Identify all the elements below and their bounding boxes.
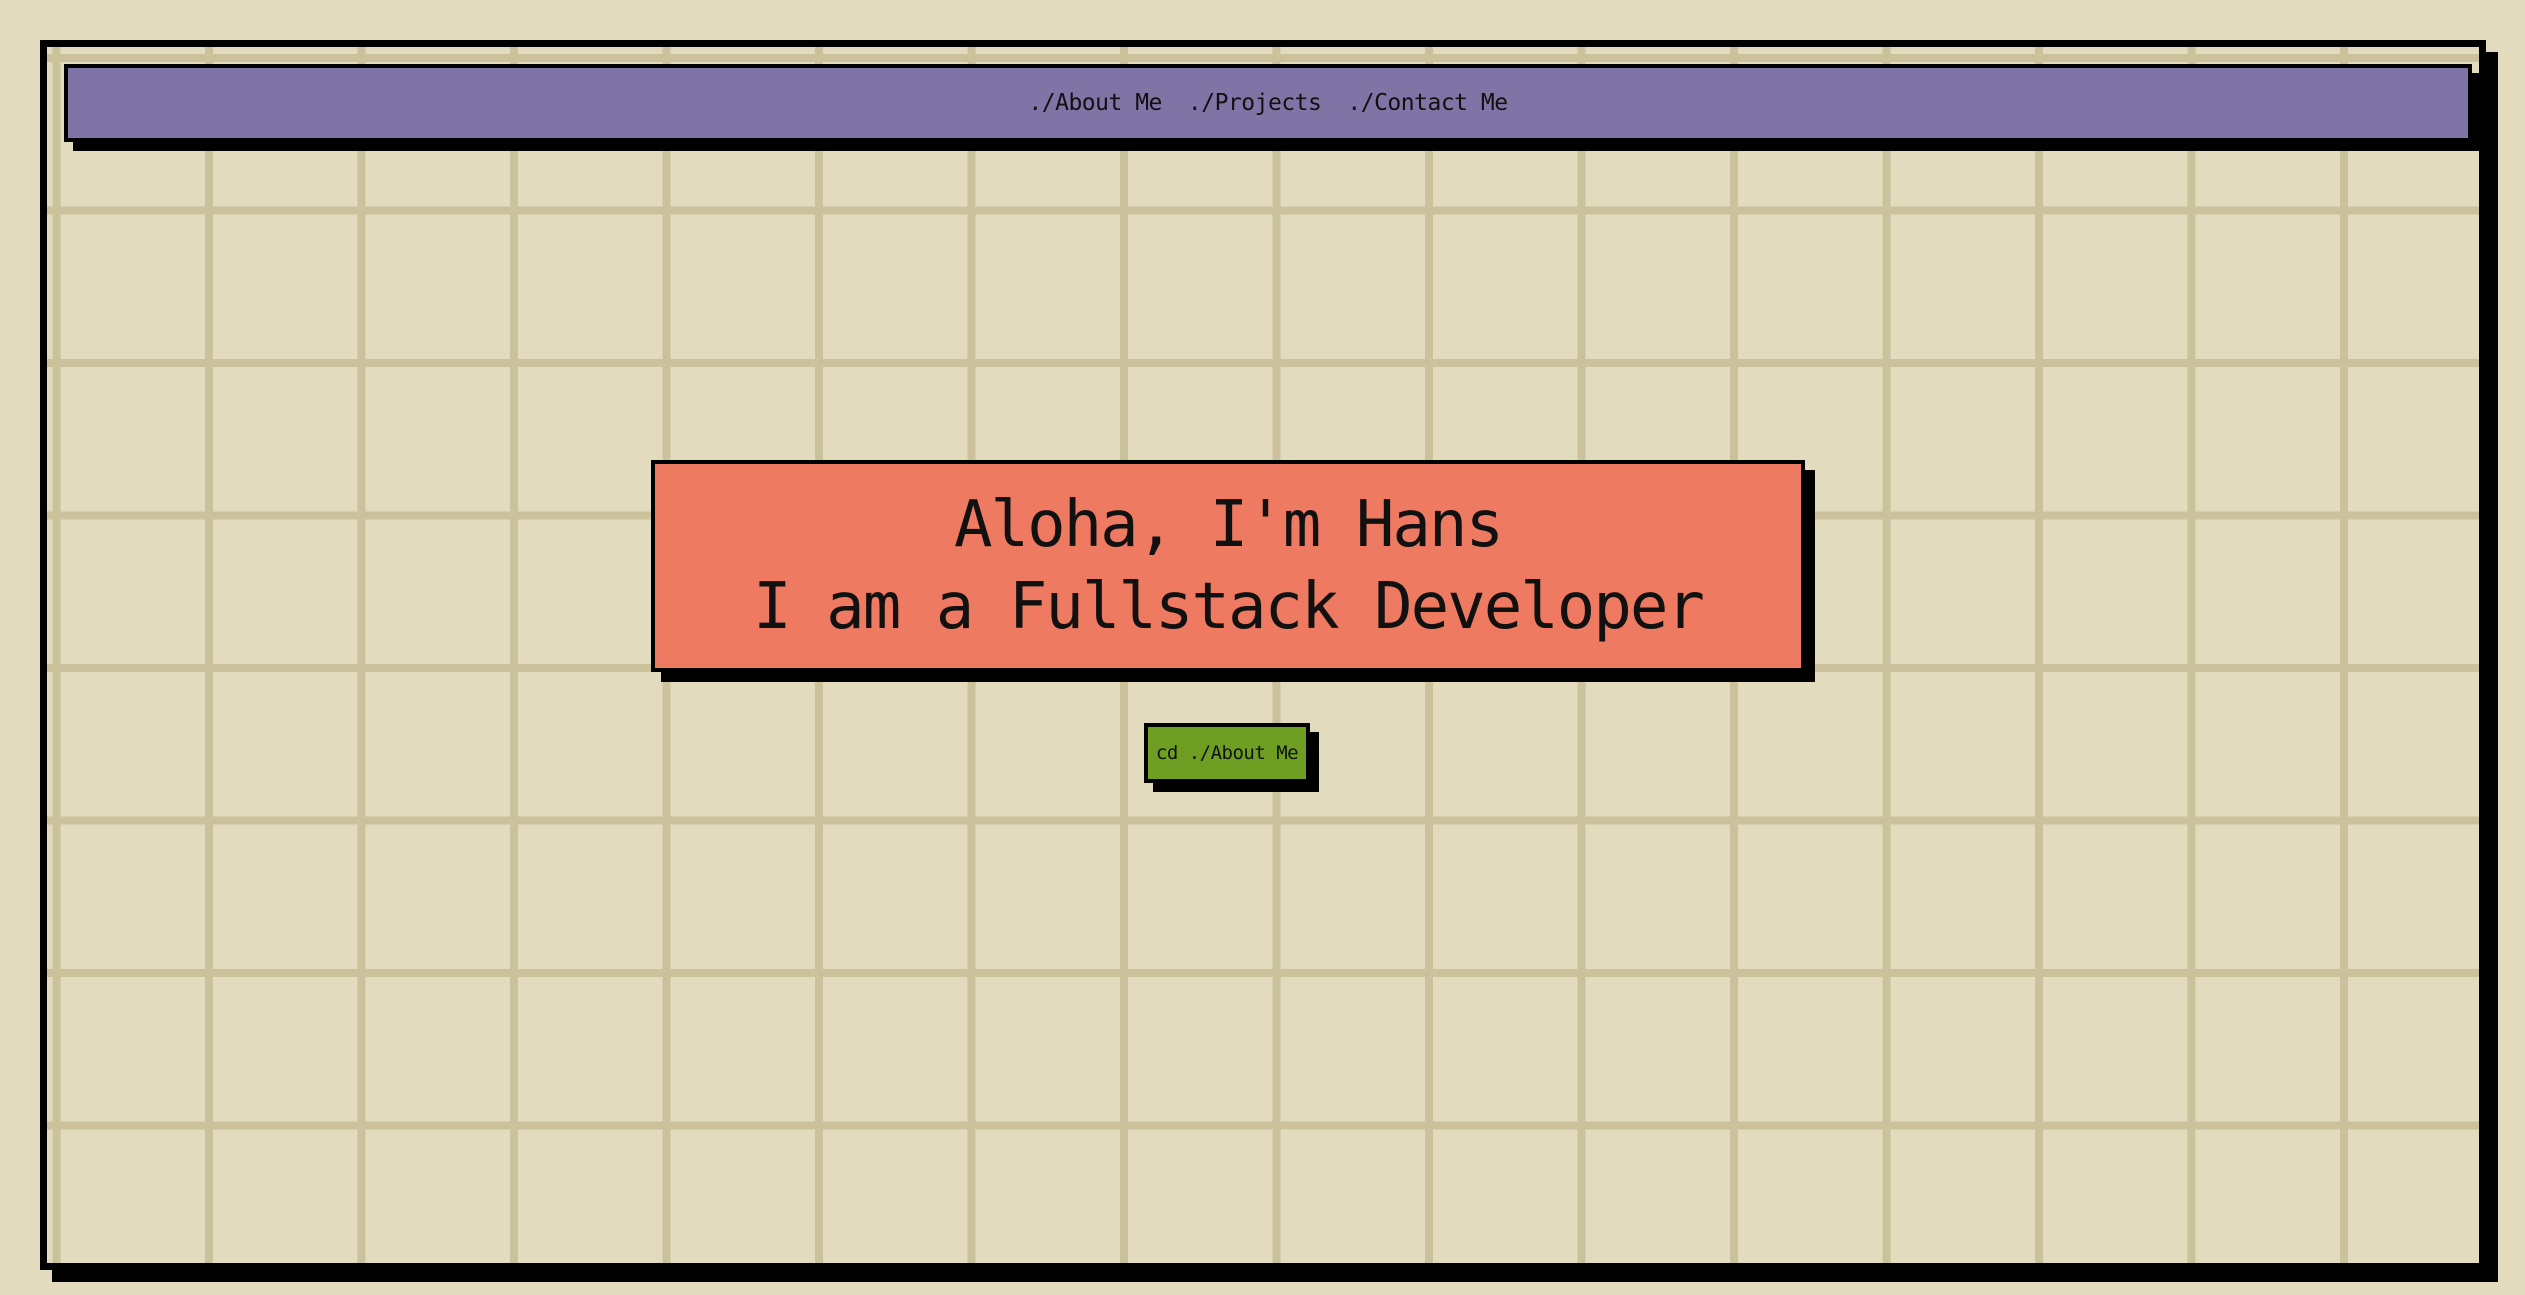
hero-card: Aloha, I'm Hans I am a Fullstack Develop… — [651, 460, 1805, 672]
nav-link-contact-me[interactable]: ./Contact Me — [1347, 90, 1508, 116]
top-navbar: ./About Me ./Projects ./Contact Me — [64, 64, 2472, 142]
hero-tagline: I am a Fullstack Developer — [753, 570, 1705, 644]
nav-link-about-me[interactable]: ./About Me — [1028, 90, 1162, 116]
about-me-button[interactable]: cd ./About Me — [1144, 723, 1310, 783]
nav-link-projects[interactable]: ./Projects — [1188, 90, 1322, 116]
hero-greeting: Aloha, I'm Hans — [954, 488, 1504, 562]
